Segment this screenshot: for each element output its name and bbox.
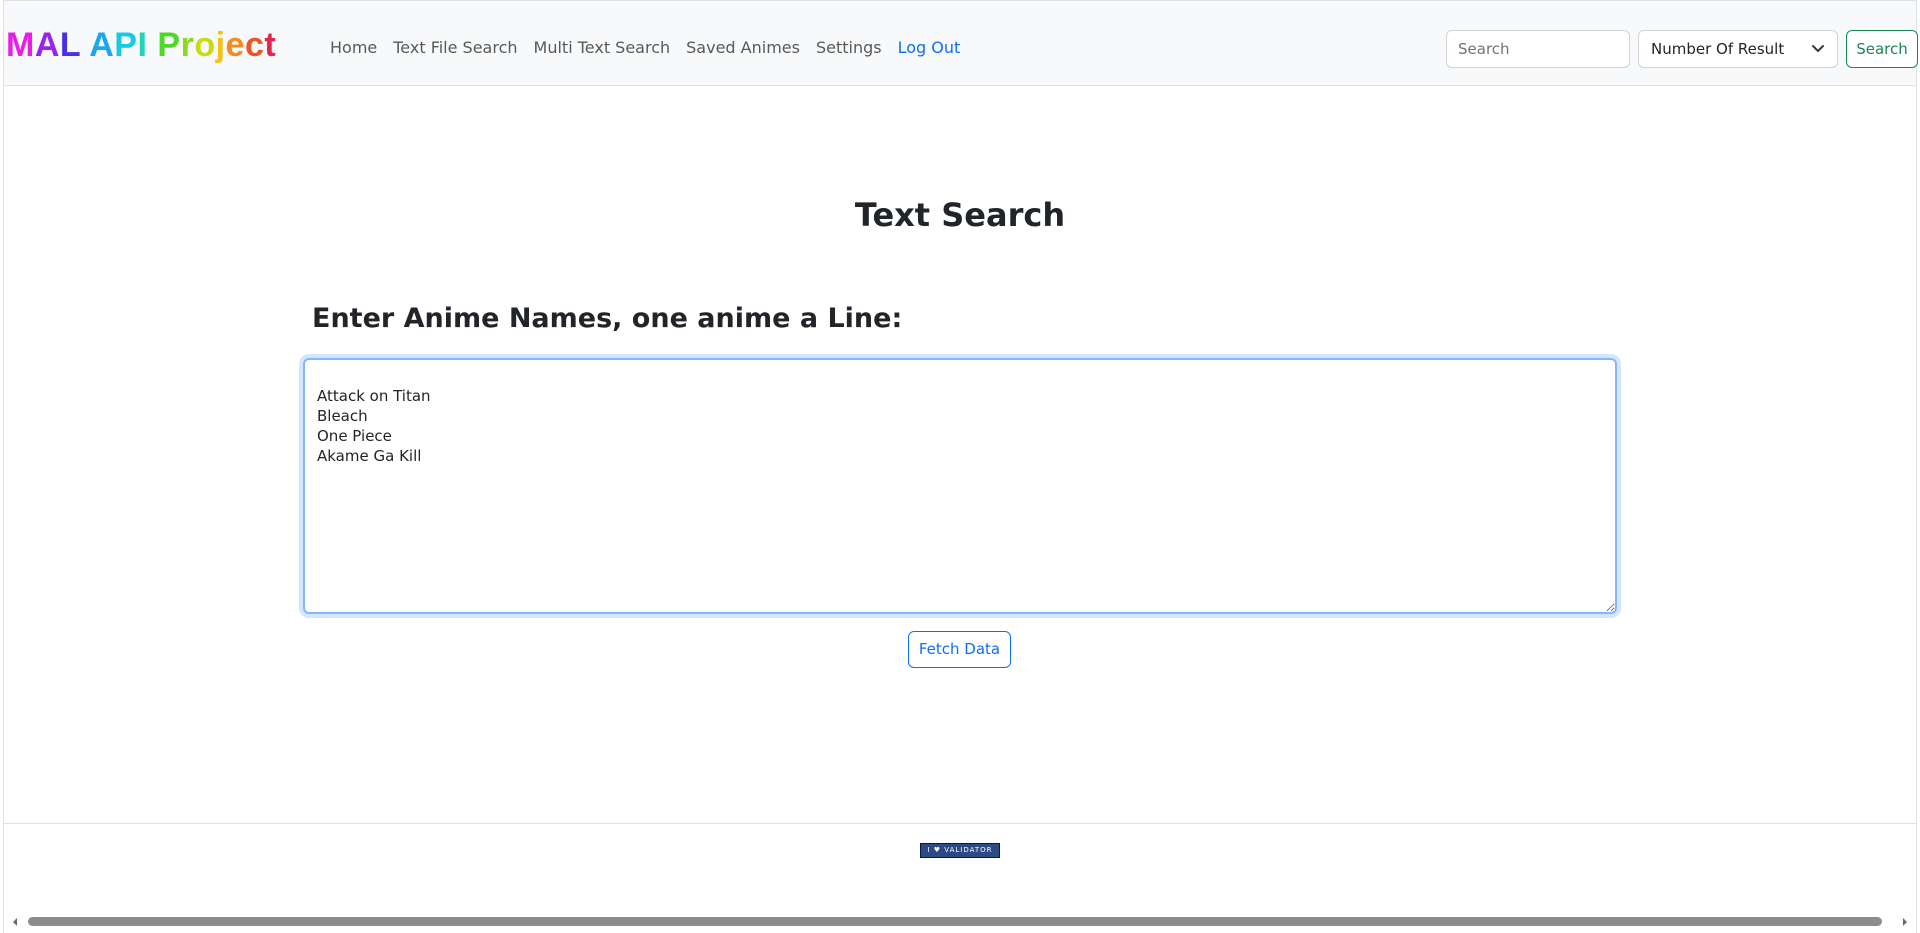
nav-link-settings[interactable]: Settings xyxy=(816,37,882,59)
brand-letter: A xyxy=(89,26,115,64)
nav-link-multi-text-search[interactable]: Multi Text Search xyxy=(534,37,671,59)
horizontal-scrollbar[interactable] xyxy=(4,913,1916,931)
brand-letter: o xyxy=(194,26,216,64)
page-title: Text Search xyxy=(854,196,1066,234)
brand-letter: r xyxy=(180,26,195,64)
chevron-down-icon xyxy=(1812,45,1824,52)
scroll-right-arrow-icon[interactable] xyxy=(1900,917,1910,927)
nav-links: Home Text File Search Multi Text Search … xyxy=(330,37,976,59)
brand-letter: P xyxy=(114,26,138,64)
section-heading: Enter Anime Names, one anime a Line: xyxy=(312,303,903,334)
footer xyxy=(4,823,1916,915)
fetch-data-button[interactable]: Fetch Data xyxy=(908,631,1011,668)
brand-letter: L xyxy=(59,26,81,64)
brand-letter xyxy=(147,26,157,64)
scrollbar-thumb[interactable] xyxy=(28,917,1882,926)
navbar: MAL API Project Home Text File Search Mu… xyxy=(4,0,1918,86)
brand-letter: t xyxy=(264,26,277,64)
nav-link-log-out[interactable]: Log Out xyxy=(898,37,961,59)
brand-letter: P xyxy=(157,26,181,64)
brand-letter: j xyxy=(215,26,226,64)
select-selected-value: Number Of Result xyxy=(1651,40,1785,58)
nav-link-saved-animes[interactable]: Saved Animes xyxy=(686,37,800,59)
brand-logo[interactable]: MAL API Project xyxy=(6,25,276,65)
brand-letter: M xyxy=(6,26,35,64)
brand-letter: I xyxy=(137,26,148,64)
nav-link-text-file-search[interactable]: Text File Search xyxy=(393,37,517,59)
brand-letter xyxy=(81,26,90,64)
validator-badge[interactable]: I ♥ VALIDATOR xyxy=(920,843,1000,858)
number-of-result-select[interactable]: Number Of Result xyxy=(1638,30,1838,68)
nav-link-home[interactable]: Home xyxy=(330,37,377,59)
brand-letter: e xyxy=(225,26,245,64)
scroll-left-arrow-icon[interactable] xyxy=(10,917,20,927)
brand-letter: A xyxy=(34,26,60,64)
anime-names-textarea[interactable] xyxy=(303,358,1617,614)
search-button[interactable]: Search xyxy=(1846,30,1918,68)
brand-letter: c xyxy=(244,26,265,64)
search-input[interactable] xyxy=(1446,30,1630,68)
